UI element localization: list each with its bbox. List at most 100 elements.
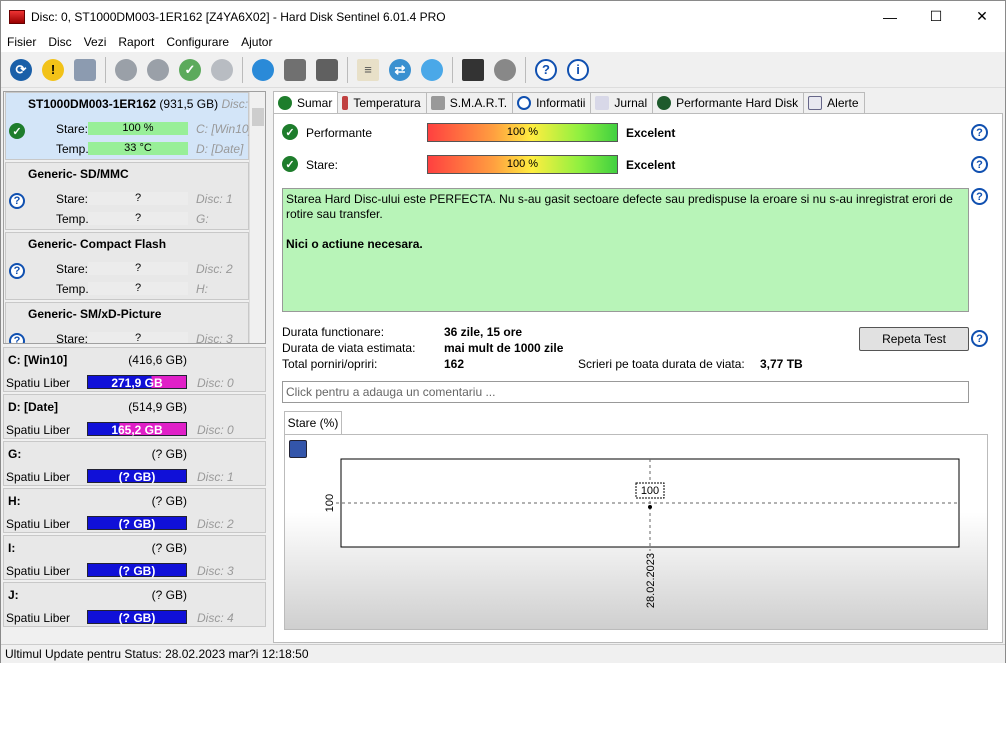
partition-name: I: <box>8 541 16 555</box>
tab-temperatura[interactable]: Temperatura <box>337 92 427 113</box>
disk-list-scrollbar[interactable] <box>249 92 265 343</box>
info-toolbar-button[interactable]: i <box>564 56 592 84</box>
disk-name-line: ST1000DM003-1ER162 (931,5 GB) Disc: 0 <box>28 97 258 111</box>
free-space-bar: 165,2 GB <box>87 422 187 437</box>
partition-item[interactable]: J: (? GB) Spatiu Liber (? GB) Disc: 4 <box>3 582 266 627</box>
server-button[interactable] <box>281 56 309 84</box>
report-button[interactable]: ≡ <box>354 56 382 84</box>
web-button[interactable] <box>249 56 277 84</box>
partition-item[interactable]: G: (? GB) Spatiu Liber (? GB) Disc: 1 <box>3 441 266 486</box>
disk-item[interactable]: ST1000DM003-1ER162 (931,5 GB) Disc: 0 ✓ … <box>5 92 258 160</box>
free-space-label: Spatiu Liber <box>6 376 71 390</box>
test3-button[interactable]: ✓ <box>176 56 204 84</box>
disk-number: Disc: 1 <box>197 470 234 484</box>
uptime-value: 36 zile, 15 ore <box>444 325 523 339</box>
partition-item[interactable]: C: [Win10] (416,6 GB) Spatiu Liber 271,9 GB… <box>3 347 266 392</box>
menu-ajutor[interactable]: Ajutor <box>235 35 278 49</box>
menu-configurare[interactable]: Configurare <box>160 35 235 49</box>
disk-name: Generic- SM/xD-Picture <box>28 307 162 321</box>
thermometer-icon <box>342 96 349 110</box>
partition-size: (? GB) <box>151 588 187 602</box>
help-icon[interactable]: ? <box>971 188 988 205</box>
help-toolbar-button[interactable]: ? <box>532 56 560 84</box>
alert-button[interactable]: ! <box>39 56 67 84</box>
help-icon[interactable]: ? <box>971 124 988 141</box>
toolbar-separator <box>525 56 526 83</box>
disk-number: Disc: 2 <box>196 262 233 276</box>
unknown-status-icon: ? <box>9 193 25 209</box>
tab-alerte[interactable]: Alerte <box>803 92 865 113</box>
partition-list: C: [Win10] (416,6 GB) Spatiu Liber 271,9 GB… <box>3 347 266 643</box>
partition-ref: G: <box>196 212 209 226</box>
tab-jurnal[interactable]: Jurnal <box>590 92 654 113</box>
disk-button[interactable] <box>71 56 99 84</box>
performance-label: Performante <box>306 126 373 140</box>
free-space-value: 165,2 GB <box>111 423 163 437</box>
partition-item[interactable]: H: (? GB) Spatiu Liber (? GB) Disc: 2 <box>3 488 266 533</box>
free-space-label: Spatiu Liber <box>6 470 71 484</box>
ok-status-icon: ✓ <box>282 156 298 172</box>
cloud-button[interactable] <box>418 56 446 84</box>
refresh-button[interactable]: ⟳ <box>7 56 35 84</box>
health-bar: ? <box>88 192 188 205</box>
partition-item[interactable]: I: (? GB) Spatiu Liber (? GB) Disc: 3 <box>3 535 266 580</box>
partition-name: C: [Win10] <box>8 353 68 367</box>
free-space-value: (? GB) <box>118 470 156 484</box>
minimize-button[interactable]: — <box>867 1 913 32</box>
tab-smart[interactable]: S.M.A.R.T. <box>425 92 514 113</box>
partition-item[interactable]: D: [Date] (514,9 GB) Spatiu Liber 165,2 GB D… <box>3 394 266 439</box>
network-button[interactable] <box>313 56 341 84</box>
report-icon: ≡ <box>357 58 379 81</box>
partition-ref: H: <box>196 282 208 296</box>
test-button[interactable] <box>112 56 140 84</box>
alert-doc-icon <box>808 96 823 110</box>
network-disk-icon <box>316 58 338 81</box>
tab-label: Performante Hard Disk <box>676 96 799 110</box>
tab-sumar[interactable]: Sumar <box>273 91 339 113</box>
free-space-bar: (? GB) <box>87 610 187 625</box>
comment-field[interactable]: Click pentru a adauga un comentariu ... <box>282 381 969 403</box>
sync-button[interactable]: ⇄ <box>386 56 414 84</box>
partition-ref: D: [Date] <box>196 142 244 156</box>
left-pane: ST1000DM003-1ER162 (931,5 GB) Disc: 0 ✓ … <box>3 91 266 643</box>
disk-item[interactable]: Generic- Compact Flash ? Stare: ? Disc: … <box>5 232 249 300</box>
test2-button[interactable] <box>144 56 172 84</box>
monitor-button[interactable] <box>459 56 487 84</box>
health-bar: ? <box>88 262 188 275</box>
disk-item[interactable]: Generic- SM/xD-Picture ? Stare: ? Disc: … <box>5 302 249 343</box>
globe-icon <box>252 58 274 81</box>
stare-label: Stare: <box>56 122 89 136</box>
close-button[interactable]: ✕ <box>959 1 1005 32</box>
free-space-bar: (? GB) <box>87 516 187 531</box>
title-bar: Disc: 0, ST1000DM003-1ER162 [Z4YA6X02] -… <box>1 1 1005 32</box>
partition-name: D: [Date] <box>8 400 58 414</box>
menu-bar: Fisier Disc Vezi Raport Configurare Ajut… <box>1 32 1005 52</box>
window-title: Disc: 0, ST1000DM003-1ER162 [Z4YA6X02] -… <box>31 9 446 24</box>
repeat-test-button[interactable]: Repeta Test <box>859 327 969 351</box>
tab-label: S.M.A.R.T. <box>449 96 508 110</box>
tab-stare-chart[interactable]: Stare (%) <box>284 411 342 434</box>
lifetime-value: mai mult de 1000 zile <box>444 341 564 355</box>
help-icon[interactable]: ? <box>971 156 988 173</box>
tab-bar: Sumar Temperatura S.M.A.R.T. Informatii … <box>273 91 1003 113</box>
menu-raport[interactable]: Raport <box>112 35 160 49</box>
help-icon[interactable]: ? <box>971 330 988 347</box>
tab-label: Jurnal <box>614 96 648 110</box>
tab-performante[interactable]: Performante Hard Disk <box>652 92 805 113</box>
test4-button[interactable] <box>208 56 236 84</box>
menu-fisier[interactable]: Fisier <box>1 35 42 49</box>
tab-label: Sumar <box>297 95 333 110</box>
performance-bar: 100 % <box>427 123 618 142</box>
disk-name: ST1000DM003-1ER162 <box>28 97 157 111</box>
menu-vezi[interactable]: Vezi <box>78 35 113 49</box>
sound-button[interactable] <box>491 56 519 84</box>
menu-disc[interactable]: Disc <box>42 35 77 49</box>
log-icon <box>595 96 610 110</box>
status-bar: Ultimul Update pentru Status: 28.02.2023… <box>1 644 1005 663</box>
info-icon <box>517 96 532 110</box>
disk-item[interactable]: Generic- SD/MMC ? Stare: ? Disc: 1 Temp.… <box>5 162 249 230</box>
tab-informatii[interactable]: Informatii <box>512 92 592 113</box>
scrollbar-thumb[interactable] <box>252 108 264 126</box>
maximize-button[interactable]: ☐ <box>913 1 959 32</box>
health-rating: Excelent <box>626 158 676 172</box>
